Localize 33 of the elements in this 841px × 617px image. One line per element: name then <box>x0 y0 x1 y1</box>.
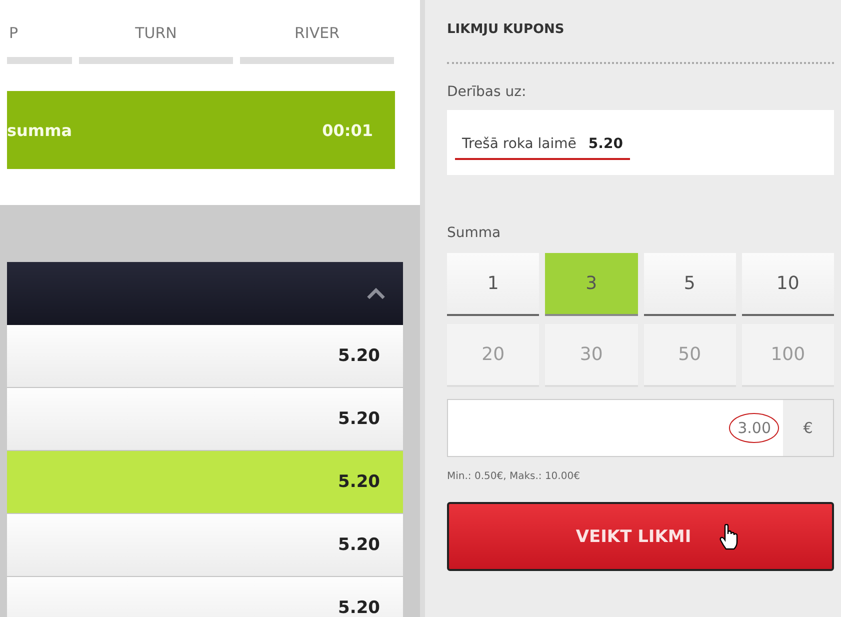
timer: 00:01 <box>322 120 373 140</box>
stage-label: P <box>9 24 18 44</box>
odds-value: 5.20 <box>338 346 380 366</box>
odds-value: 5.20 <box>338 535 380 555</box>
chevron-up-icon[interactable] <box>367 288 385 299</box>
selection-name: Trešā roka laimē <box>462 136 576 152</box>
coupon-title: LIKMJU KUPONS <box>447 22 566 39</box>
odds-value: 5.20 <box>338 409 380 429</box>
odds-value: 5.20 <box>338 598 380 617</box>
amount-button[interactable]: 1 <box>447 253 540 316</box>
hand-cursor-icon <box>719 524 740 550</box>
stage-label: TURN <box>135 24 177 44</box>
odds-row[interactable]: 5.20 <box>7 388 403 451</box>
progress-segment <box>7 57 72 64</box>
amount-field[interactable]: 3.00 € <box>447 399 834 457</box>
annotation-ellipse <box>729 413 779 443</box>
amount-button[interactable]: 3 <box>545 253 638 316</box>
limits-text: Min.: 0.50€, Maks.: 10.00€ <box>447 471 581 482</box>
amount-label: Summa <box>447 225 502 241</box>
stage-label: RIVER <box>294 24 340 44</box>
place-bet-button[interactable]: VEIKT LIKMI <box>447 502 834 571</box>
odds-row[interactable]: 5.20 <box>7 577 403 617</box>
odds-value: 5.20 <box>338 472 380 492</box>
odds-row[interactable]: 5.20 <box>7 514 403 577</box>
selection-odds: 5.20 <box>588 136 623 152</box>
status-label: summa <box>7 120 72 140</box>
odds-row[interactable]: 5.20 <box>7 325 403 388</box>
amount-button[interactable]: 10 <box>742 253 834 316</box>
currency-addon: € <box>783 400 833 456</box>
bet-label: Derības uz: <box>447 84 528 100</box>
odds-row[interactable]: 5.20 <box>7 451 403 514</box>
amount-button[interactable]: 5 <box>644 253 736 316</box>
amount-value: 3.00 <box>738 419 771 437</box>
